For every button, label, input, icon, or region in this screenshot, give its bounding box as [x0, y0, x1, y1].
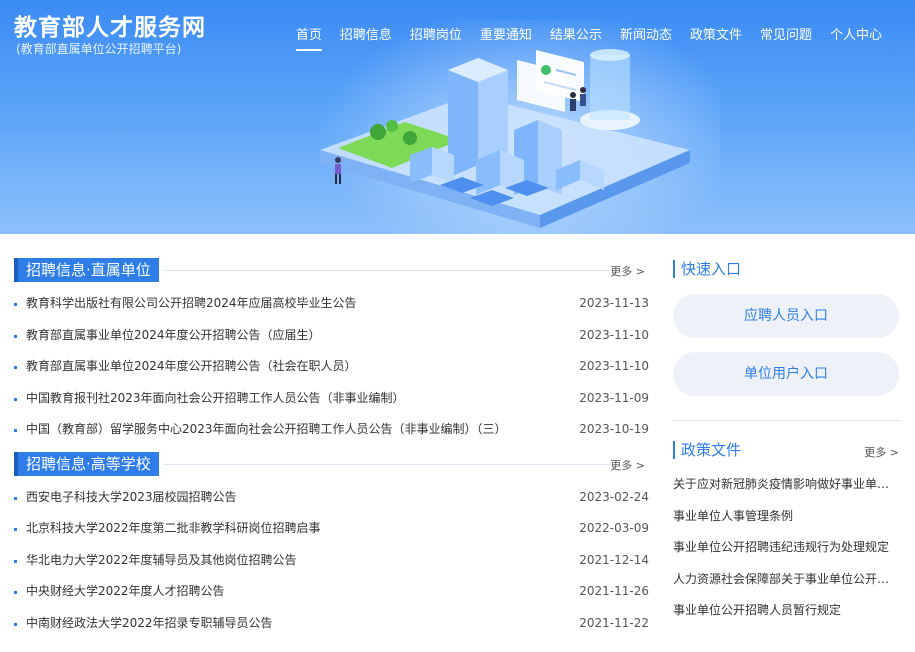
news-date: 2023-11-10: [579, 327, 649, 342]
nav-positions[interactable]: 招聘岗位: [401, 22, 471, 51]
nav-notices[interactable]: 重要通知: [471, 22, 541, 51]
list-item[interactable]: 教育部直属事业单位2024年度公开招聘公告（社会在职人员） 2023-11-10: [14, 351, 649, 383]
news-date: 2023-10-19: [579, 422, 649, 436]
nav-home[interactable]: 首页: [287, 22, 331, 51]
site-title[interactable]: 教育部人才服务网: [14, 8, 206, 42]
news-date: 2023-02-24: [579, 489, 649, 504]
divider: [164, 463, 611, 465]
nav-faq[interactable]: 常见问题: [751, 22, 821, 51]
section-direct-list: 教育科学出版社有限公司公开招聘2024年应届高校毕业生公告 2023-11-13 …: [14, 288, 649, 446]
section-higher-more-link[interactable]: 更多 >: [610, 457, 645, 473]
list-item[interactable]: 教育科学出版社有限公司公开招聘2024年应届高校毕业生公告 2023-11-13: [14, 288, 649, 320]
policy-item[interactable]: 关于应对新冠肺炎疫情影响做好事业单位公开招聘高校毕业生工作的通知: [673, 469, 901, 501]
section-higher-title: 招聘信息·高等学校: [14, 451, 159, 476]
news-date: 2023-11-09: [579, 390, 649, 405]
nav-personal-center[interactable]: 个人中心: [821, 22, 891, 51]
news-title[interactable]: 教育部直属事业单位2024年度公开招聘公告（应届生）: [26, 320, 321, 352]
section-higher-header: 招聘信息·高等学校 更多 >: [14, 451, 649, 476]
news-title[interactable]: 西安电子科技大学2023届校园招聘公告: [26, 482, 237, 514]
list-item[interactable]: 中国教育报刊社2023年面向社会公开招聘工作人员公告（非事业编制） 2023-11…: [14, 383, 649, 415]
news-date: 2021-12-14: [579, 552, 649, 567]
policy-item[interactable]: 事业单位人事管理条例: [673, 501, 901, 533]
list-item[interactable]: 中国（教育部）留学服务中心2023年面向社会公开招聘工作人员公告（非事业编制）（…: [14, 414, 649, 446]
news-date: 2023-11-13: [579, 296, 649, 310]
policy-list: 关于应对新冠肺炎疫情影响做好事业单位公开招聘高校毕业生工作的通知 事业单位人事管…: [673, 469, 901, 627]
main-nav: 首页 招聘信息 招聘岗位 重要通知 结果公示 新闻动态 政策文件 常见问题 个人…: [287, 22, 891, 51]
list-item[interactable]: 教育部直属事业单位2024年度公开招聘公告（应届生） 2023-11-10: [14, 320, 649, 352]
news-date: 2022-03-09: [579, 521, 649, 535]
site-subtitle: (教育部直属单位公开招聘平台): [16, 42, 182, 56]
nav-results[interactable]: 结果公示: [541, 22, 611, 51]
news-date: 2021-11-22: [579, 615, 649, 630]
news-title[interactable]: 中央财经大学2022年度人才招聘公告: [26, 576, 225, 608]
quick-entry-title: 快速入口: [673, 260, 741, 278]
policy-more-link[interactable]: 更多 >: [864, 444, 899, 460]
news-date: 2021-11-26: [579, 584, 649, 598]
nav-recruitment-info[interactable]: 招聘信息: [331, 22, 401, 51]
section-direct-header: 招聘信息·直属单位 更多 >: [14, 258, 649, 282]
section-higher-list: 西安电子科技大学2023届校园招聘公告 2023-02-24 北京科技大学2022…: [14, 482, 649, 640]
policy-item[interactable]: 事业单位公开招聘人员暂行规定: [673, 595, 901, 627]
list-item[interactable]: 西安电子科技大学2023届校园招聘公告 2023-02-24: [14, 482, 649, 514]
divider: [164, 270, 611, 271]
section-direct-more-link[interactable]: 更多 >: [610, 263, 645, 279]
list-item[interactable]: 北京科技大学2022年度第二批非教学科研岗位招聘启事 2022-03-09: [14, 513, 649, 545]
policy-item[interactable]: 事业单位公开招聘违纪违规行为处理规定: [673, 532, 901, 564]
list-item[interactable]: 中南财经政法大学2022年招录专职辅导员公告 2021-11-22: [14, 608, 649, 640]
news-title[interactable]: 华北电力大学2022年度辅导员及其他岗位招聘公告: [26, 545, 297, 577]
policy-item[interactable]: 人力资源社会保障部关于事业单位公开招聘岗位条件设置有关问题的通知: [673, 564, 901, 596]
policy-header: 政策文件 更多 >: [673, 439, 901, 461]
right-column: 快速入口 应聘人员入口 单位用户入口 政策文件 更多 > 关于应对新冠肺炎疫情影…: [673, 258, 901, 627]
employer-entry-button[interactable]: 单位用户入口: [673, 352, 899, 396]
news-date: 2023-11-10: [579, 359, 649, 373]
news-title[interactable]: 教育科学出版社有限公司公开招聘2024年应届高校毕业生公告: [26, 288, 357, 320]
news-title[interactable]: 中国（教育部）留学服务中心2023年面向社会公开招聘工作人员公告（非事业编制）（…: [26, 414, 507, 446]
quick-entry-header: 快速入口: [673, 258, 901, 280]
list-item[interactable]: 中央财经大学2022年度人才招聘公告 2021-11-26: [14, 576, 649, 608]
section-direct-title: 招聘信息·直属单位: [14, 258, 159, 282]
news-title[interactable]: 北京科技大学2022年度第二批非教学科研岗位招聘启事: [26, 513, 321, 545]
applicant-entry-button[interactable]: 应聘人员入口: [673, 294, 899, 338]
news-title[interactable]: 中南财经政法大学2022年招录专职辅导员公告: [26, 608, 273, 640]
left-column: 招聘信息·直属单位 更多 > 教育科学出版社有限公司公开招聘2024年应届高校毕…: [14, 258, 649, 639]
news-title[interactable]: 中国教育报刊社2023年面向社会公开招聘工作人员公告（非事业编制）: [26, 383, 405, 415]
nav-policy[interactable]: 政策文件: [681, 22, 751, 51]
policy-title: 政策文件: [673, 441, 741, 459]
news-title[interactable]: 教育部直属事业单位2024年度公开招聘公告（社会在职人员）: [26, 351, 357, 383]
main-content: 招聘信息·直属单位 更多 > 教育科学出版社有限公司公开招聘2024年应届高校毕…: [0, 234, 915, 630]
divider: [673, 420, 901, 421]
list-item[interactable]: 华北电力大学2022年度辅导员及其他岗位招聘公告 2021-12-14: [14, 545, 649, 577]
header-banner: 教育部人才服务网 (教育部直属单位公开招聘平台) 首页 招聘信息 招聘岗位 重要…: [0, 0, 915, 234]
nav-news[interactable]: 新闻动态: [611, 22, 681, 51]
